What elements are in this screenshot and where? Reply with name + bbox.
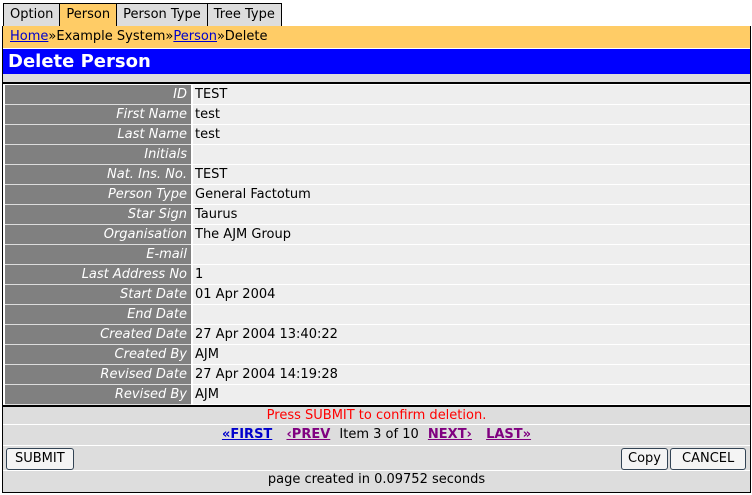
breadcrumb-sep: » [217, 29, 225, 44]
detail-table: ID TEST First Name test Last Name test Initial… [3, 84, 750, 405]
table-row: Created By AJM [5, 345, 750, 365]
field-value: 27 Apr 2004 14:19:28 [193, 365, 750, 385]
field-label: Last Name [5, 125, 191, 145]
field-label: Initials [5, 145, 191, 165]
field-label: Star Sign [5, 205, 191, 225]
spacer [3, 74, 750, 84]
field-value: test [193, 105, 750, 125]
field-label: Last Address No [5, 265, 191, 285]
cancel-button[interactable]: CANCEL [670, 448, 747, 470]
field-value: 27 Apr 2004 13:40:22 [193, 325, 750, 345]
tab-person[interactable]: Person [59, 3, 118, 26]
confirm-message: Press SUBMIT to confirm deletion. [3, 405, 750, 425]
copy-button[interactable]: Copy [621, 448, 668, 470]
field-value: test [193, 125, 750, 145]
table-row: E-mail [5, 245, 750, 265]
field-label: Revised By [5, 385, 191, 405]
table-row: Initials [5, 145, 750, 165]
table-row: Created Date 27 Apr 2004 13:40:22 [5, 325, 750, 345]
field-value: TEST [193, 165, 750, 185]
tab-tree-type[interactable]: Tree Type [206, 3, 282, 26]
breadcrumb-home[interactable]: Home [10, 29, 48, 44]
field-value: Taurus [193, 205, 750, 225]
field-value: AJM [193, 385, 750, 405]
field-label: Organisation [5, 225, 191, 245]
tab-person-type[interactable]: Person Type [116, 3, 208, 26]
field-value: AJM [193, 345, 750, 365]
field-label: Revised Date [5, 365, 191, 385]
prev-link[interactable]: ‹PREV [286, 427, 330, 442]
table-row: Person Type General Factotum [5, 185, 750, 205]
next-link[interactable]: NEXT› [428, 427, 472, 442]
field-value: 1 [193, 265, 750, 285]
field-value [193, 305, 750, 325]
field-label: Start Date [5, 285, 191, 305]
table-row: ID TEST [5, 85, 750, 105]
table-row: Last Name test [5, 125, 750, 145]
field-label: E-mail [5, 245, 191, 265]
breadcrumb-system: Example System [56, 29, 166, 44]
button-row: SUBMIT Copy CANCEL [3, 446, 750, 471]
field-value: 01 Apr 2004 [193, 285, 750, 305]
page-title: Delete Person [3, 48, 750, 74]
field-value: TEST [193, 85, 750, 105]
field-label: Person Type [5, 185, 191, 205]
field-label: Nat. Ins. No. [5, 165, 191, 185]
table-row: Nat. Ins. No. TEST [5, 165, 750, 185]
table-row: Revised By AJM [5, 385, 750, 405]
item-counter: Item 3 of 10 [339, 427, 419, 442]
field-label: Created Date [5, 325, 191, 345]
field-label: Created By [5, 345, 191, 365]
page-timing: page created in 0.09752 seconds [267, 472, 486, 487]
record-navigation: «FIRST ‹PREV Item 3 of 10 NEXT› LAST» [3, 425, 750, 446]
last-link[interactable]: LAST» [486, 427, 531, 442]
breadcrumb: Home»Example System»Person»Delete [3, 26, 750, 48]
breadcrumb-current: Delete [224, 29, 268, 44]
tab-option[interactable]: Option [3, 3, 61, 26]
field-value: The AJM Group [193, 225, 750, 245]
table-row: Start Date 01 Apr 2004 [5, 285, 750, 305]
table-row: Organisation The AJM Group [5, 225, 750, 245]
field-label: First Name [5, 105, 191, 125]
field-value [193, 245, 750, 265]
main-frame: Home»Example System»Person»Delete Delete… [2, 26, 751, 493]
field-value: General Factotum [193, 185, 750, 205]
table-row: End Date [5, 305, 750, 325]
field-label: End Date [5, 305, 191, 325]
field-value [193, 145, 750, 165]
first-link[interactable]: «FIRST [222, 427, 272, 442]
submit-button[interactable]: SUBMIT [6, 448, 74, 470]
table-row: Last Address No 1 [5, 265, 750, 285]
table-row: First Name test [5, 105, 750, 125]
breadcrumb-person[interactable]: Person [173, 29, 217, 44]
table-row: Revised Date 27 Apr 2004 14:19:28 [5, 365, 750, 385]
tab-bar: Option Person Person Type Tree Type [3, 3, 282, 26]
field-label: ID [5, 85, 191, 105]
table-row: Star Sign Taurus [5, 205, 750, 225]
